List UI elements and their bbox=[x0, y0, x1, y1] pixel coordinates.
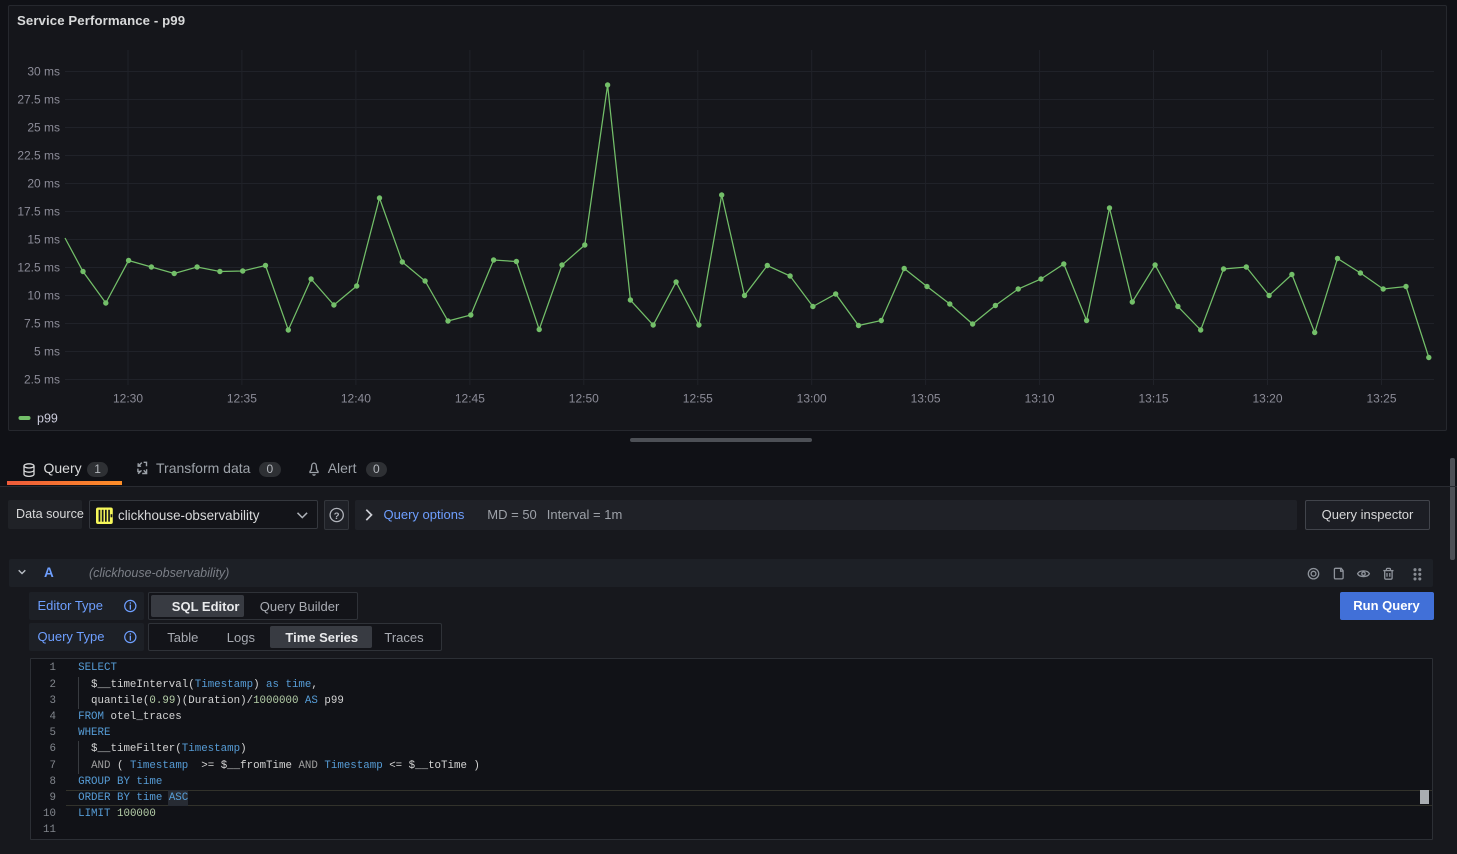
svg-text:13:10: 13:10 bbox=[1025, 392, 1055, 406]
svg-text:13:00: 13:00 bbox=[797, 392, 827, 406]
svg-text:12.5 ms: 12.5 ms bbox=[17, 261, 60, 275]
svg-text:13:05: 13:05 bbox=[911, 392, 941, 406]
svg-text:2.5 ms: 2.5 ms bbox=[24, 373, 60, 387]
svg-text:7.5 ms: 7.5 ms bbox=[24, 317, 60, 331]
svg-text:12:50: 12:50 bbox=[569, 392, 599, 406]
svg-text:17.5 ms: 17.5 ms bbox=[17, 205, 60, 219]
svg-text:30 ms: 30 ms bbox=[27, 65, 60, 79]
svg-text:15 ms: 15 ms bbox=[27, 233, 60, 247]
svg-text:27.5 ms: 27.5 ms bbox=[17, 93, 60, 107]
svg-text:?: ? bbox=[333, 511, 339, 522]
svg-text:25 ms: 25 ms bbox=[27, 121, 60, 135]
svg-text:13:25: 13:25 bbox=[1366, 392, 1396, 406]
svg-text:12:45: 12:45 bbox=[455, 392, 485, 406]
svg-text:20 ms: 20 ms bbox=[27, 177, 60, 191]
svg-text:22.5 ms: 22.5 ms bbox=[17, 149, 60, 163]
svg-text:13:20: 13:20 bbox=[1252, 392, 1282, 406]
svg-text:12:40: 12:40 bbox=[341, 392, 371, 406]
svg-text:13:15: 13:15 bbox=[1138, 392, 1168, 406]
svg-text:p99: p99 bbox=[37, 412, 58, 426]
svg-text:10 ms: 10 ms bbox=[27, 289, 60, 303]
svg-text:12:55: 12:55 bbox=[683, 392, 713, 406]
svg-text:12:35: 12:35 bbox=[227, 392, 257, 406]
svg-text:12:30: 12:30 bbox=[113, 392, 143, 406]
svg-text:5 ms: 5 ms bbox=[34, 345, 60, 359]
